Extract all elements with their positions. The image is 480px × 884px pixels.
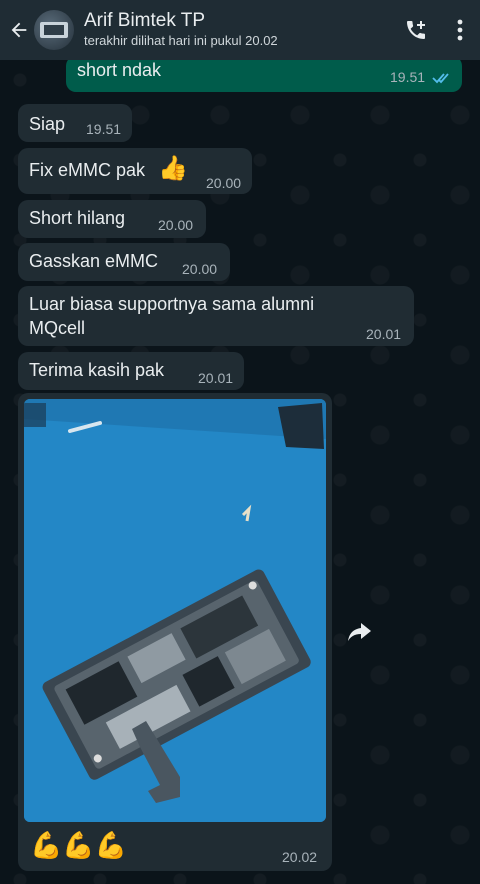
more-vert-icon [457,19,463,41]
message-text-line-2: MQcell [29,318,86,338]
circuit-board-photo [24,399,326,822]
image-caption: 💪💪💪 [30,830,128,860]
message-text: Siap [29,114,66,134]
back-arrow-icon [11,22,27,38]
thumbs-up-emoji: 👍 [158,155,188,182]
message-text: short ndak [77,60,162,80]
message-time: 20.02 [282,849,318,865]
message-bubble-incoming[interactable]: Siap 19.51 [18,104,132,142]
message-time: 20.00 [182,261,218,277]
add-call-button[interactable] [392,0,440,60]
message-time: 20.01 [198,370,234,386]
message-time: 19.51 [86,121,122,137]
message-time: 20.01 [366,326,402,342]
contact-name: Arif Bimtek TP [84,10,206,31]
message-bubble-incoming[interactable]: Luar biasa supportnya sama alumni MQcell… [18,286,414,346]
message-bubble-incoming[interactable]: Short hilang 20.00 [18,200,206,238]
message-text: Terima kasih pak [29,360,165,380]
message-bubble-incoming[interactable]: Gasskan eMMC 20.00 [18,243,230,281]
read-receipt-icon [432,69,452,90]
more-options-button[interactable] [440,0,480,60]
forward-arrow-icon [348,623,371,641]
message-bubble-incoming[interactable]: Fix eMMC pak 👍 20.00 [18,148,252,194]
photo-attachment[interactable] [24,399,326,822]
message-time: 20.00 [206,175,242,191]
chat-header: Arif Bimtek TP terakhir dilihat hari ini… [0,0,480,60]
message-text: Fix eMMC pak [29,160,146,180]
last-seen-status: terakhir dilihat hari ini pukul 20.02 [84,33,278,48]
avatar[interactable] [34,10,74,50]
back-button[interactable] [4,0,34,60]
message-time: 19.51 [390,69,426,85]
contact-info[interactable]: Arif Bimtek TP terakhir dilihat hari ini… [84,10,392,50]
message-bubble-incoming[interactable]: Terima kasih pak 20.01 [18,352,244,390]
forward-button[interactable] [346,618,374,646]
message-bubble-outgoing[interactable]: short ndak 19.51 [66,56,462,92]
message-time: 20.00 [158,217,194,233]
message-text: Short hilang [29,208,126,228]
message-text: Gasskan eMMC [29,251,159,271]
image-message-bubble[interactable]: 💪💪💪 20.02 [18,393,332,871]
add-call-icon [407,21,425,39]
message-text-line-1: Luar biasa supportnya sama alumni [29,294,315,314]
